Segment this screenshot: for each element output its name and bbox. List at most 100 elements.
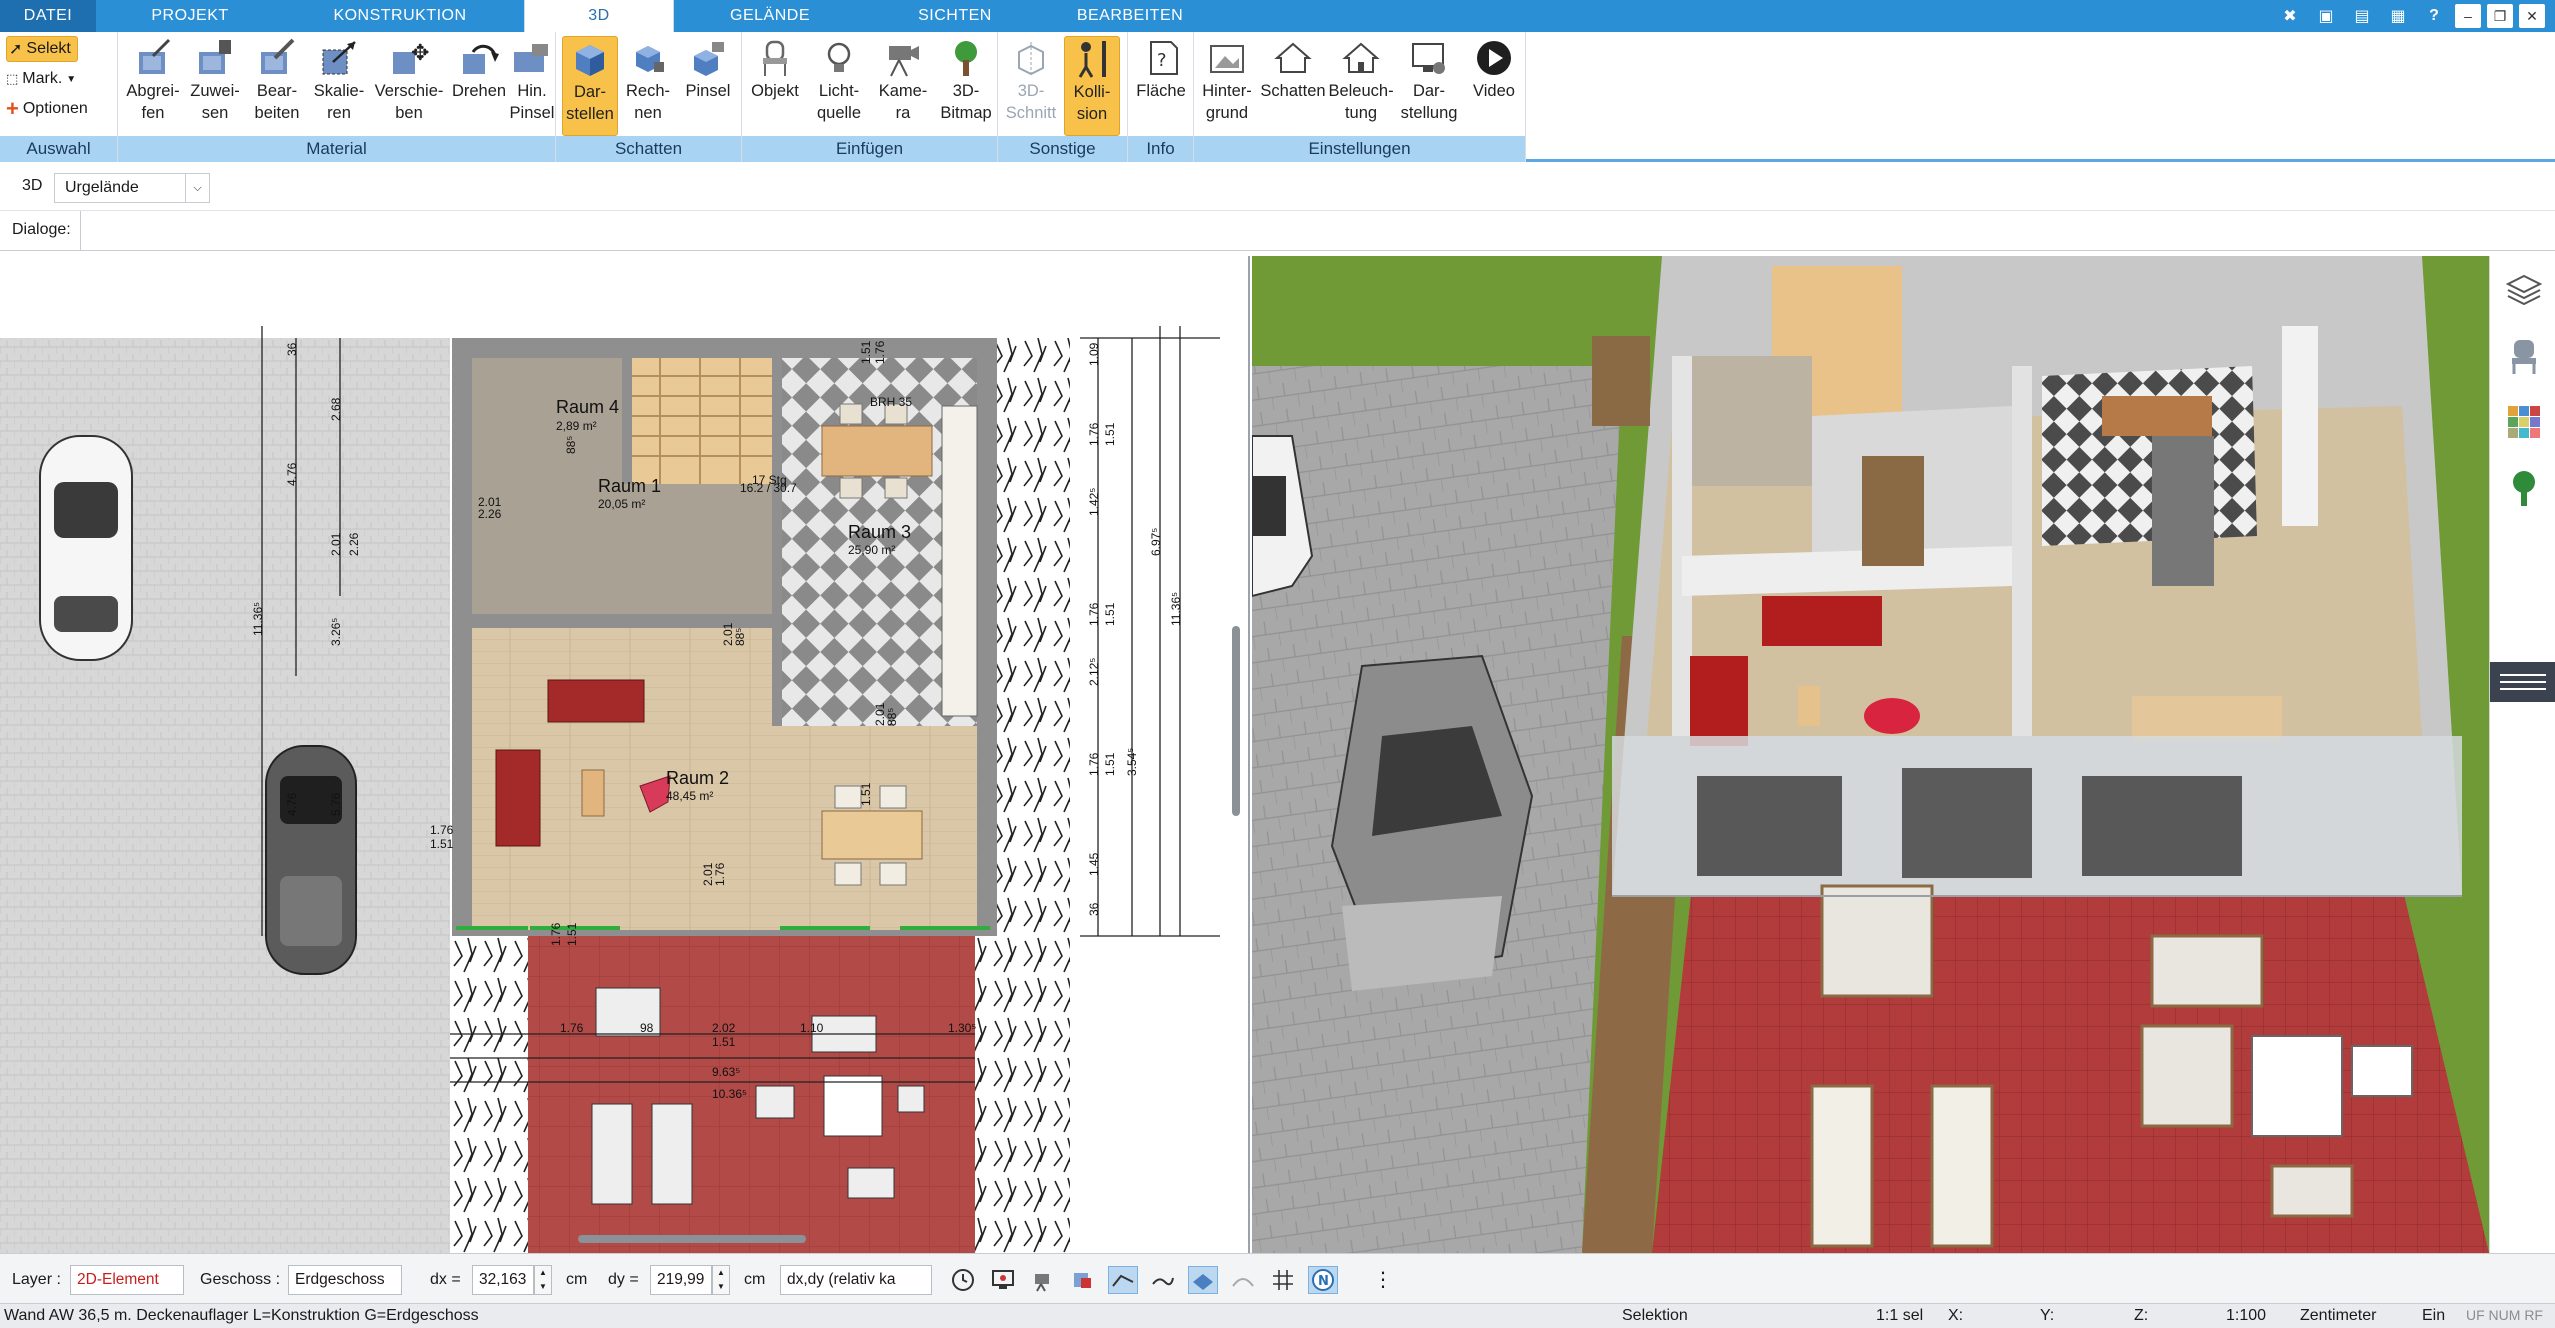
materials-icon[interactable]: [2504, 402, 2544, 447]
plan-horizontal-scrollbar[interactable]: [578, 1235, 806, 1243]
panel-toggle-button[interactable]: [2490, 662, 2555, 702]
tools-icon[interactable]: ✖: [2275, 2, 2305, 30]
car-top-grey: [265, 745, 357, 975]
north-arrow-icon[interactable]: N: [1308, 1266, 1338, 1294]
help-icon[interactable]: ?: [2419, 2, 2449, 30]
dimension-label: 3.54⁵: [1125, 748, 1139, 776]
verschieben-button[interactable]: ✥ Verschie- ben: [370, 36, 448, 136]
tab-datei[interactable]: DATEI: [0, 0, 96, 32]
rechnen-button[interactable]: Rech- nen: [620, 36, 676, 136]
scale-icon: [316, 36, 362, 80]
hintergrund-button[interactable]: Hinter- grund: [1196, 36, 1258, 136]
drehen-button[interactable]: Drehen: [448, 36, 510, 136]
darstellen-button[interactable]: Dar- stellen: [562, 36, 618, 136]
geschoss-select[interactable]: Erdgeschoss: [288, 1265, 402, 1295]
3d-table-2: [2132, 696, 2282, 742]
car-top-white: [39, 435, 133, 661]
monitor-icon[interactable]: [988, 1266, 1018, 1294]
dimension-label: 36: [1087, 902, 1101, 916]
room-3-area: 25,90 m²: [848, 543, 895, 557]
tab-projekt[interactable]: PROJEKT: [110, 0, 270, 32]
floor-plan-view[interactable]: Raum 4 2,89 m² Raum 1 20,05 m² Raum 3 25…: [0, 256, 1250, 1253]
mark-button[interactable]: ⬚ Mark. ▼: [6, 66, 76, 92]
camera-path-icon[interactable]: [1028, 1266, 1058, 1294]
3d-dining-table: [2102, 396, 2212, 436]
sofa-1: [547, 679, 645, 723]
skalieren-button[interactable]: Skalie- ren: [308, 36, 370, 136]
clock-icon[interactable]: [948, 1266, 978, 1294]
room-4-floor: [472, 358, 622, 484]
print-icon[interactable]: ▦: [2383, 2, 2413, 30]
room-4-area: 2,89 m²: [556, 419, 597, 433]
lichtquelle-button[interactable]: Licht- quelle: [808, 36, 870, 136]
room-1-name: Raum 1: [598, 476, 661, 496]
chair-icon[interactable]: [2504, 336, 2544, 381]
print-preview-icon[interactable]: [1068, 1266, 1098, 1294]
terrain-select[interactable]: Urgelände ⌵: [54, 173, 210, 203]
restore-button[interactable]: ❐: [2487, 4, 2513, 28]
ribbon: ➚ Selekt ⬚ Mark. ▼ + Optionen Auswahl Abgrei…: [0, 32, 2555, 162]
layer-label: Layer :: [12, 1271, 61, 1288]
dy-input-value: 219,99: [657, 1271, 705, 1288]
objekt-button[interactable]: Objekt: [744, 36, 806, 136]
tree-icon[interactable]: [2504, 468, 2544, 513]
terrain-view-icon[interactable]: [1148, 1266, 1178, 1294]
dimension-label: 1.76: [560, 1021, 584, 1035]
kollision-button[interactable]: Kolli- sion: [1064, 36, 1120, 136]
3d-render-canvas[interactable]: [1252, 256, 2489, 1253]
hedge-left: [450, 936, 528, 1253]
dimension-label: 1.51: [859, 782, 873, 806]
collision-icon: [1069, 37, 1115, 81]
tab-sichten[interactable]: SICHTEN: [880, 0, 1030, 32]
layout-icon[interactable]: ▣: [2311, 2, 2341, 30]
coord-mode-select[interactable]: dx,dy (relativ ka: [780, 1265, 932, 1295]
tab-3d[interactable]: 3D: [524, 0, 674, 32]
status-bar: Wand AW 36,5 m. Deckenauflager L=Konstru…: [0, 1303, 2555, 1328]
surface-icon[interactable]: [1228, 1266, 1258, 1294]
zuweisen-button[interactable]: Zuwei- sen: [184, 36, 246, 136]
minimize-button[interactable]: –: [2455, 4, 2481, 28]
hin-pinsel-button[interactable]: Hin. Pinsel: [510, 36, 554, 136]
floor-plan-canvas[interactable]: Raum 4 2,89 m² Raum 1 20,05 m² Raum 3 25…: [0, 256, 1250, 1253]
abgreifen-button[interactable]: Abgrei- fen: [122, 36, 184, 136]
dimension-label: 1.76: [1087, 752, 1101, 776]
ground-plane-icon[interactable]: [1188, 1266, 1218, 1294]
wall-view-icon[interactable]: [1108, 1266, 1138, 1294]
3d-bitmap-button[interactable]: 3D- Bitmap: [936, 36, 996, 136]
bearbeiten-button[interactable]: Bear- beiten: [246, 36, 308, 136]
kamera-button[interactable]: Kame- ra: [872, 36, 934, 136]
dimension-label: 2.26: [347, 532, 361, 556]
dimension-label: 1.51: [1103, 422, 1117, 446]
tab-bearbeiten[interactable]: BEARBEITEN: [1040, 0, 1220, 32]
tab-gelaende[interactable]: GELÄNDE: [690, 0, 850, 32]
optionen-button[interactable]: + Optionen: [6, 96, 88, 122]
video-button[interactable]: Video: [1466, 36, 1522, 136]
3d-schnitt-button[interactable]: 3D- Schnitt: [1002, 36, 1060, 136]
beleuchtung-button[interactable]: Beleuch- tung: [1328, 36, 1394, 136]
3d-view[interactable]: [1252, 256, 2489, 1253]
darstellung-button[interactable]: Dar- stellung: [1394, 36, 1464, 136]
schatten-settings-button[interactable]: Schatten: [1258, 36, 1328, 136]
window-icon[interactable]: ▤: [2347, 2, 2377, 30]
mark-icon: ⬚: [6, 71, 19, 86]
dx-stepper[interactable]: ▲ ▼: [534, 1265, 552, 1295]
dx-input[interactable]: 32,163: [472, 1265, 534, 1295]
tab-konstruktion[interactable]: KONSTRUKTION: [300, 0, 500, 32]
section-cut-icon: [1008, 36, 1054, 80]
room-3-name: Raum 3: [848, 522, 911, 542]
flaeche-button[interactable]: ? Fläche: [1132, 36, 1190, 136]
grid-icon[interactable]: [1268, 1266, 1298, 1294]
pinsel-button[interactable]: Pinsel: [678, 36, 738, 136]
close-button[interactable]: ✕: [2519, 4, 2545, 28]
dy-input[interactable]: 219,99: [650, 1265, 712, 1295]
dy-stepper[interactable]: ▲ ▼: [712, 1265, 730, 1295]
layers-icon[interactable]: [2504, 270, 2544, 315]
status-scale: 1:100: [2226, 1307, 2267, 1324]
plan-vertical-scrollbar[interactable]: [1232, 626, 1240, 816]
dimension-label: 6.97⁵: [1149, 528, 1163, 556]
svg-text:?: ?: [1157, 50, 1167, 71]
selekt-button[interactable]: ➚ Selekt: [6, 36, 78, 62]
more-options-icon[interactable]: ⋮: [1368, 1266, 1398, 1294]
rotate-icon: [456, 36, 502, 80]
layer-select[interactable]: 2D-Element: [70, 1265, 184, 1295]
